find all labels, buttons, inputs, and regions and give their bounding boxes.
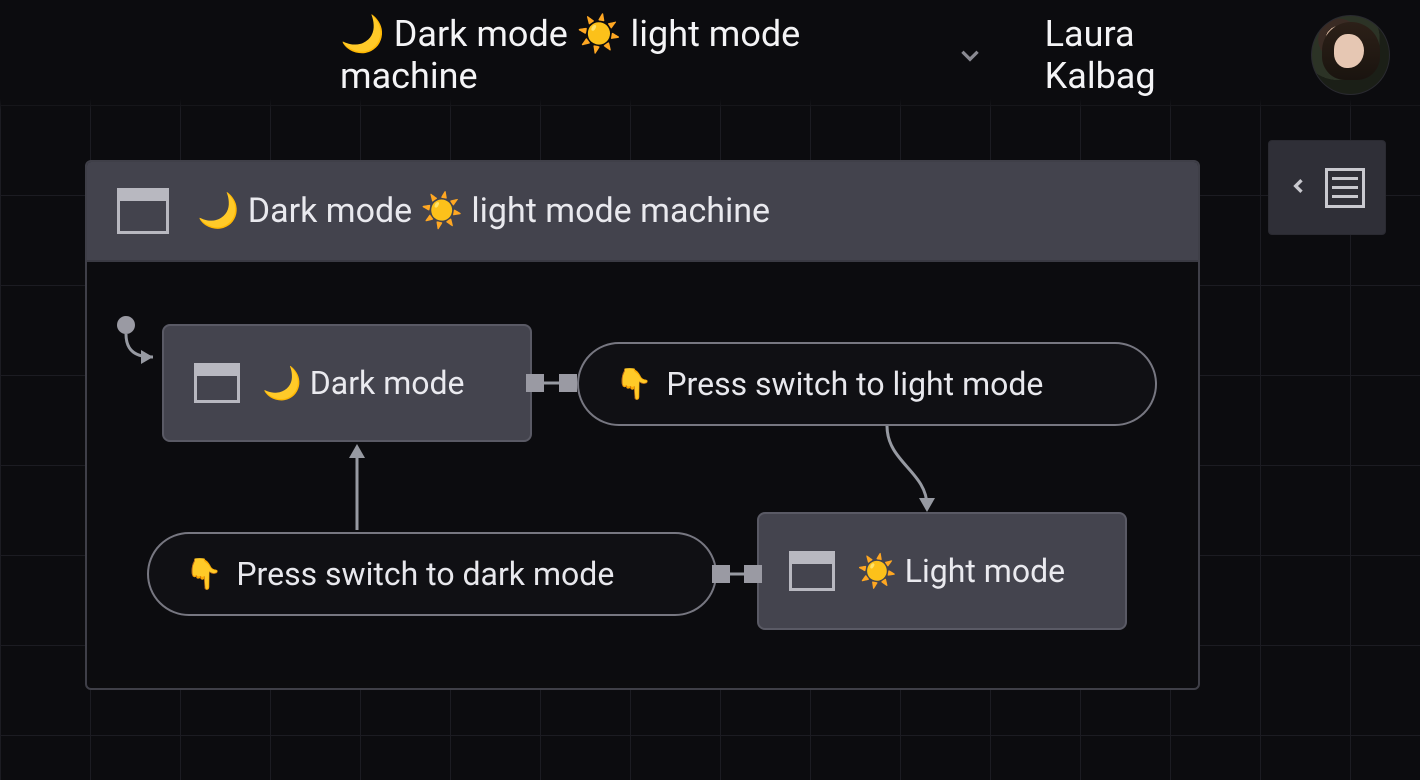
window-icon bbox=[194, 363, 240, 403]
chevron-down-icon bbox=[955, 40, 985, 70]
state-light-mode[interactable]: ☀️ Light mode bbox=[757, 512, 1127, 630]
machine-header[interactable]: 🌙 Dark mode ☀️ light mode machine bbox=[87, 162, 1198, 262]
avatar[interactable] bbox=[1311, 15, 1390, 95]
list-icon bbox=[1325, 168, 1365, 208]
event-label: Press switch to light mode bbox=[666, 365, 1043, 403]
event-press-switch-to-light[interactable]: 👇 Press switch to light mode bbox=[577, 342, 1157, 426]
project-title: 🌙 Dark mode ☀️ light mode machine bbox=[340, 13, 937, 97]
project-title-dropdown[interactable]: 🌙 Dark mode ☀️ light mode machine bbox=[340, 13, 985, 97]
top-bar: 🌙 Dark mode ☀️ light mode machine Laura … bbox=[0, 0, 1420, 110]
state-label: 🌙 Dark mode bbox=[262, 364, 465, 402]
user-name[interactable]: Laura Kalbag bbox=[1045, 13, 1252, 97]
chevron-left-icon bbox=[1289, 172, 1309, 204]
event-label: Press switch to dark mode bbox=[236, 555, 614, 593]
transition-port[interactable] bbox=[744, 565, 762, 583]
machine-title: 🌙 Dark mode ☀️ light mode machine bbox=[197, 191, 770, 231]
machine-root[interactable]: 🌙 Dark mode ☀️ light mode machine 🌙 Dark… bbox=[85, 160, 1200, 690]
transition-port[interactable] bbox=[526, 374, 544, 392]
transition-port[interactable] bbox=[712, 565, 730, 583]
pointing-down-icon: 👇 bbox=[615, 367, 652, 402]
pointing-down-icon: 👇 bbox=[185, 557, 222, 592]
event-press-switch-to-dark[interactable]: 👇 Press switch to dark mode bbox=[147, 532, 717, 616]
transition-port[interactable] bbox=[559, 374, 577, 392]
window-icon bbox=[117, 188, 169, 234]
state-dark-mode[interactable]: 🌙 Dark mode bbox=[162, 324, 532, 442]
details-panel-toggle[interactable] bbox=[1268, 140, 1386, 235]
state-label: ☀️ Light mode bbox=[857, 552, 1065, 590]
machine-canvas[interactable]: 🌙 Dark mode ☀️ Light mode 👇 Press switch… bbox=[87, 262, 1198, 688]
initial-state-marker bbox=[117, 316, 135, 334]
window-icon bbox=[789, 551, 835, 591]
